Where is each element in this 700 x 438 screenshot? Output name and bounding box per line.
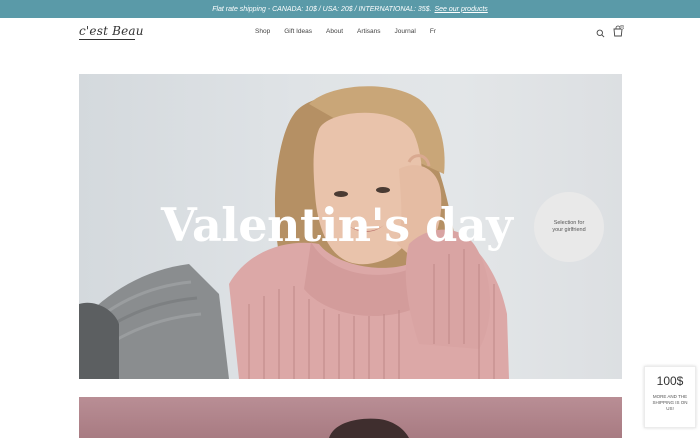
nav-shop[interactable]: Shop (255, 28, 270, 35)
shipping-threshold: 100$ (656, 374, 684, 388)
cart-icon[interactable]: 0 (612, 25, 624, 37)
shipping-text: MORE AND THE SHIPPING IS ON US! (652, 394, 688, 411)
nav-artisans[interactable]: Artisans (357, 28, 380, 35)
nav-gift-ideas[interactable]: Gift Ideas (284, 28, 312, 35)
main-nav: Shop Gift Ideas About Artisans Journal F… (255, 28, 436, 35)
nav-journal[interactable]: Journal (395, 28, 416, 35)
hero-title: Valentin's day (161, 198, 513, 252)
free-shipping-widget[interactable]: 100$ MORE AND THE SHIPPING IS ON US! (644, 366, 696, 428)
logo[interactable]: c'est Beau (79, 24, 144, 38)
second-banner[interactable] (79, 397, 622, 438)
nav-about[interactable]: About (326, 28, 343, 35)
announcement-text: Flat rate shipping - CANADA: 10$ / USA: … (212, 5, 432, 13)
logo-underline (79, 39, 135, 40)
hero-badge[interactable]: Selection for your girlfriend (534, 192, 604, 262)
second-banner-photo (329, 418, 409, 438)
site-header: c'est Beau Shop Gift Ideas About Artisan… (0, 18, 700, 48)
nav-language-fr[interactable]: Fr (430, 28, 436, 35)
announcement-bar: Flat rate shipping - CANADA: 10$ / USA: … (0, 0, 700, 18)
see-products-link[interactable]: See our products (434, 6, 487, 13)
hero-banner[interactable]: Valentin's day Selection for your girlfr… (79, 74, 622, 379)
search-icon[interactable] (596, 29, 605, 38)
